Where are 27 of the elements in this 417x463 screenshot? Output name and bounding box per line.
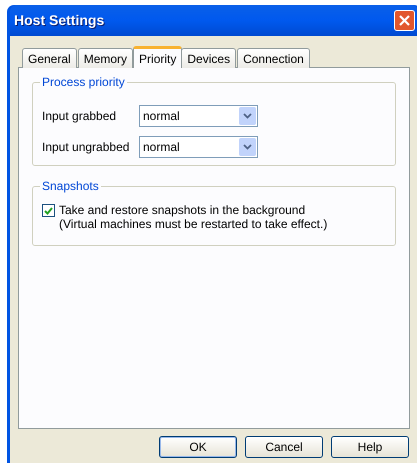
close-button[interactable] bbox=[394, 10, 415, 31]
dialog-button[interactable]: Cancel bbox=[245, 436, 323, 458]
tab[interactable]: Memory bbox=[78, 48, 134, 68]
chevron-down-icon bbox=[243, 113, 252, 119]
dialog-button[interactable]: OK bbox=[159, 436, 237, 458]
tab[interactable]: Devices bbox=[181, 48, 236, 68]
dropdown-arrow-button[interactable] bbox=[239, 138, 256, 156]
check-icon bbox=[44, 206, 53, 214]
checkbox-label: Take and restore snapshots in the background bbox=[59, 203, 306, 217]
chevron-down-icon bbox=[243, 144, 252, 150]
checkbox-note: (Virtual machines must be restarted to take effect.) bbox=[59, 217, 328, 231]
dialog-button[interactable]: Help bbox=[331, 436, 409, 458]
tab[interactable]: Priority bbox=[133, 46, 182, 68]
field-label: Input ungrabbed bbox=[42, 139, 130, 156]
field-label: Input grabbed bbox=[42, 108, 118, 125]
dropdown[interactable]: normal bbox=[139, 136, 258, 158]
checkbox[interactable] bbox=[42, 204, 55, 217]
dropdown-arrow-button[interactable] bbox=[239, 107, 256, 125]
dropdown[interactable]: normal bbox=[139, 105, 258, 127]
tab[interactable]: General bbox=[22, 48, 77, 68]
close-icon bbox=[399, 15, 410, 26]
group-title: Snapshots bbox=[40, 179, 101, 193]
window-title: Host Settings bbox=[14, 11, 104, 30]
dropdown-value: normal bbox=[143, 139, 180, 156]
group-title: Process priority bbox=[40, 75, 127, 89]
dropdown-value: normal bbox=[143, 108, 180, 125]
tab[interactable]: Connection bbox=[237, 48, 310, 68]
